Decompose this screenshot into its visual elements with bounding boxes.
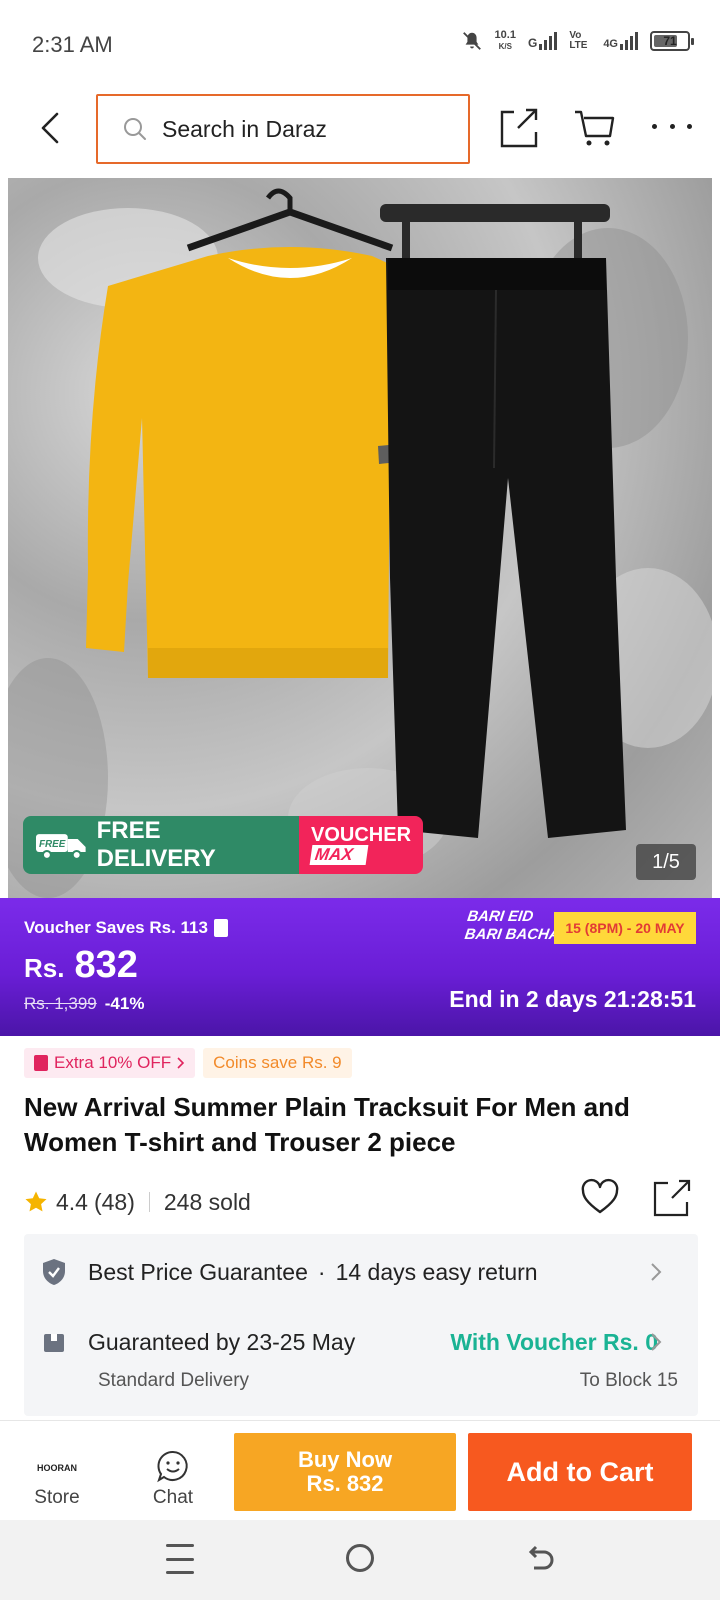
easy-return-text: 14 days easy return bbox=[335, 1258, 538, 1285]
top-bar: Search in Daraz bbox=[0, 86, 720, 176]
sold-count: 248 sold bbox=[163, 1188, 251, 1215]
discount-percent: -41% bbox=[104, 994, 145, 1013]
countdown: End in 2 days 21:28:51 bbox=[449, 986, 696, 1012]
product-title: New Arrival Summer Plain Tracksuit For M… bbox=[24, 1092, 630, 1157]
campaign-dates: 15 (8PM) - 20 MAY bbox=[554, 912, 696, 944]
product-image-gallery[interactable]: FREE FREE DELIVERY VOUCHER MAX 1/5 bbox=[8, 178, 712, 898]
star-icon bbox=[25, 1191, 47, 1212]
back-nav-button[interactable] bbox=[524, 1544, 556, 1576]
share-icon bbox=[653, 1179, 691, 1217]
more-options-button[interactable] bbox=[652, 114, 692, 138]
shield-check-icon bbox=[43, 1259, 65, 1285]
delivery-row[interactable]: Guaranteed by 23-25 May With Voucher Rs.… bbox=[42, 1326, 682, 1358]
chat-label: Chat bbox=[152, 1487, 194, 1508]
free-delivery-text: FREE DELIVERY bbox=[96, 817, 216, 872]
best-price-text: Best Price Guarantee bbox=[88, 1258, 308, 1285]
recent-apps-button[interactable] bbox=[166, 1544, 194, 1574]
share-button[interactable] bbox=[496, 106, 540, 150]
signal-icon bbox=[539, 32, 558, 50]
menu-line bbox=[166, 1557, 194, 1561]
chevron-left-icon bbox=[41, 112, 59, 144]
rating-value: 4.4 bbox=[56, 1188, 88, 1215]
search-placeholder: Search in Daraz bbox=[162, 115, 327, 142]
store-button[interactable]: HOORAN Store bbox=[24, 1439, 90, 1509]
bottom-action-bar: HOORAN Store Chat Buy Now Rs. 832 Add to… bbox=[0, 1420, 720, 1520]
dot-icon bbox=[652, 123, 657, 129]
delivery-destination: To Block 15 bbox=[579, 1370, 678, 1391]
store-label: Store bbox=[34, 1487, 80, 1508]
guaranteed-text: Guaranteed by 23-25 May bbox=[88, 1328, 356, 1355]
price-banner: Voucher Saves Rs. 113 Rs. 832 Rs. 1,399 … bbox=[0, 898, 720, 1036]
status-icons: 10.1 K/S G Vo LTE 4G 71 bbox=[461, 29, 694, 52]
back-button[interactable] bbox=[30, 108, 70, 148]
extra-off-tag[interactable]: Extra 10% OFF bbox=[24, 1048, 196, 1078]
store-logo: HOORAN bbox=[37, 1463, 77, 1473]
original-price-row: Rs. 1,399 -41% bbox=[24, 994, 144, 1014]
delivery-truck-icon: FREE bbox=[35, 834, 86, 860]
status-bar: 2:31 AM 10.1 K/S G Vo LTE 4G 71 bbox=[0, 0, 720, 86]
system-nav-bar bbox=[0, 1520, 720, 1600]
add-to-cart-button[interactable]: Add to Cart bbox=[468, 1433, 692, 1511]
product-photo bbox=[8, 188, 712, 898]
package-icon bbox=[44, 1334, 64, 1352]
buy-now-label: Buy Now bbox=[297, 1447, 393, 1472]
search-input[interactable]: Search in Daraz bbox=[96, 94, 470, 164]
chevron-right-icon bbox=[177, 1057, 185, 1069]
cart-icon bbox=[575, 110, 615, 146]
chevron-right-icon bbox=[651, 1333, 662, 1351]
menu-line bbox=[166, 1544, 194, 1547]
buy-now-price: Rs. 832 bbox=[306, 1471, 384, 1496]
voucher-text: VOUCHER bbox=[311, 824, 412, 846]
voucher-saves: Voucher Saves Rs. 113 bbox=[24, 918, 228, 938]
signal-icon bbox=[620, 32, 638, 50]
original-price: Rs. 1,399 bbox=[24, 994, 97, 1013]
divider bbox=[148, 1192, 150, 1212]
separator-dot: · bbox=[317, 1258, 326, 1285]
free-delivery-banner: FREE FREE DELIVERY VOUCHER MAX bbox=[23, 816, 423, 874]
image-pager: 1/5 bbox=[636, 844, 696, 880]
battery-icon: 71 bbox=[650, 31, 694, 51]
price-value: 832 bbox=[74, 944, 138, 986]
promo-tags: Extra 10% OFF Coins save Rs. 9 bbox=[24, 1048, 352, 1078]
bell-muted-icon bbox=[462, 32, 481, 50]
status-time: 2:31 AM bbox=[32, 32, 113, 57]
signal-sim2: 4G bbox=[603, 32, 638, 50]
delivery-voucher-text: With Voucher Rs. 0 bbox=[450, 1328, 658, 1355]
guarantee-row[interactable]: Best Price Guarantee · 14 days easy retu… bbox=[42, 1256, 682, 1288]
free-delivery-label: FREE FREE DELIVERY bbox=[23, 816, 299, 874]
home-button[interactable] bbox=[346, 1544, 374, 1572]
extra-off-text: Extra 10% OFF bbox=[54, 1053, 172, 1072]
voucher-max-label: VOUCHER MAX bbox=[299, 816, 423, 874]
heart-icon bbox=[581, 1178, 619, 1214]
voucher-icon bbox=[34, 1055, 48, 1071]
dot-icon bbox=[669, 123, 675, 129]
share-product-button[interactable] bbox=[652, 1178, 692, 1218]
max-text: MAX bbox=[309, 845, 369, 865]
voucher-tag-icon bbox=[213, 919, 228, 937]
cart-button[interactable] bbox=[573, 106, 617, 150]
chat-button[interactable]: Chat bbox=[140, 1439, 206, 1509]
wishlist-button[interactable] bbox=[580, 1178, 620, 1218]
review-count: (48) bbox=[93, 1188, 135, 1215]
back-arrow-icon bbox=[528, 1545, 554, 1570]
menu-line bbox=[166, 1571, 194, 1574]
volte-label: Vo LTE bbox=[569, 30, 588, 51]
service-info-card: Best Price Guarantee · 14 days easy retu… bbox=[24, 1234, 698, 1416]
voucher-saves-text: Voucher Saves Rs. 113 bbox=[24, 918, 208, 937]
net-speed: 10.1 K/S bbox=[494, 29, 516, 52]
chevron-right-icon bbox=[651, 1263, 662, 1281]
share-icon bbox=[500, 108, 538, 148]
signal-sim1: G bbox=[528, 32, 558, 50]
coins-tag: Coins save Rs. 9 bbox=[203, 1048, 352, 1078]
buy-now-button[interactable]: Buy Now Rs. 832 bbox=[234, 1433, 456, 1511]
currency: Rs. bbox=[24, 953, 65, 983]
delivery-type: Standard Delivery bbox=[98, 1370, 250, 1391]
current-price: Rs. 832 bbox=[24, 944, 138, 987]
search-icon bbox=[124, 118, 146, 140]
chat-icon bbox=[157, 1450, 188, 1483]
dot-icon bbox=[687, 123, 692, 129]
svg-text:FREE: FREE bbox=[39, 839, 66, 850]
